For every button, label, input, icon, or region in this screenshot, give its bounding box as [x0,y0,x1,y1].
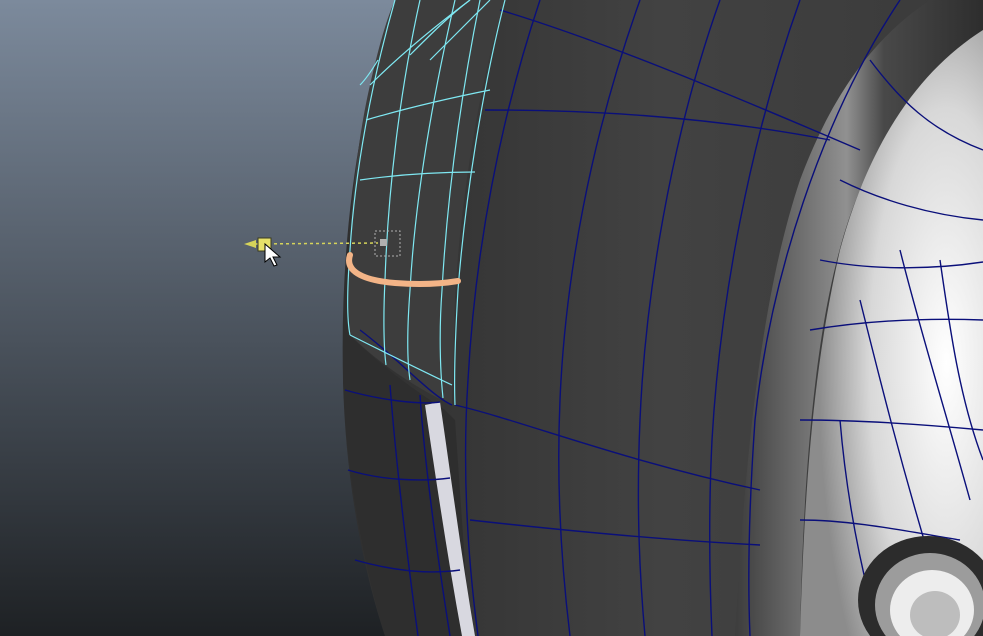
viewport-canvas[interactable] [0,0,983,636]
3d-viewport[interactable] [0,0,983,636]
pivot-point[interactable] [380,239,387,246]
